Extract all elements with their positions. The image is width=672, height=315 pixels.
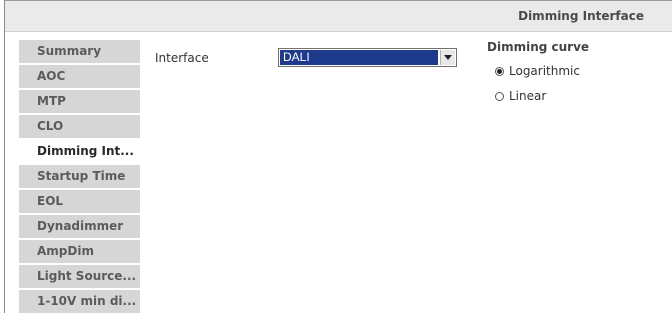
sidebar-item-startup-time[interactable]: Startup Time: [19, 165, 140, 188]
page-title: Dimming Interface: [518, 9, 644, 23]
sidebar-item-mtp[interactable]: MTP: [19, 90, 140, 113]
sidebar-item-aoc[interactable]: AOC: [19, 65, 140, 88]
sidebar: Summary AOC MTP CLO Dimming Int... Start…: [19, 40, 140, 315]
interface-select[interactable]: DALI: [278, 48, 457, 67]
sidebar-item-dynadimmer[interactable]: Dynadimmer: [19, 215, 140, 238]
sidebar-item-light-source[interactable]: Light Source...: [19, 265, 140, 288]
window-left-border: [4, 0, 5, 313]
sidebar-item-eol[interactable]: EOL: [19, 190, 140, 213]
interface-select-value: DALI: [280, 50, 438, 65]
sidebar-item-ampdim[interactable]: AmpDim: [19, 240, 140, 263]
interface-label: Interface: [155, 51, 209, 65]
chevron-down-icon: [444, 55, 452, 60]
sidebar-item-dimming-interface[interactable]: Dimming Int...: [19, 140, 140, 163]
dimming-curve-title: Dimming curve: [487, 40, 590, 54]
radio-button-icon[interactable]: [495, 91, 504, 101]
radio-logarithmic[interactable]: Logarithmic: [495, 64, 580, 78]
sidebar-item-clo[interactable]: CLO: [19, 115, 140, 138]
radio-linear-label: Linear: [509, 89, 547, 103]
sidebar-item-1-10v-min-dimming[interactable]: 1-10V min di...: [19, 290, 140, 313]
dropdown-button[interactable]: [440, 50, 455, 65]
radio-logarithmic-label: Logarithmic: [509, 64, 580, 78]
radio-button-checked-icon[interactable]: [495, 66, 504, 76]
page-header: Dimming Interface: [5, 1, 672, 32]
radio-linear[interactable]: Linear: [495, 89, 546, 103]
sidebar-item-summary[interactable]: Summary: [19, 40, 140, 63]
